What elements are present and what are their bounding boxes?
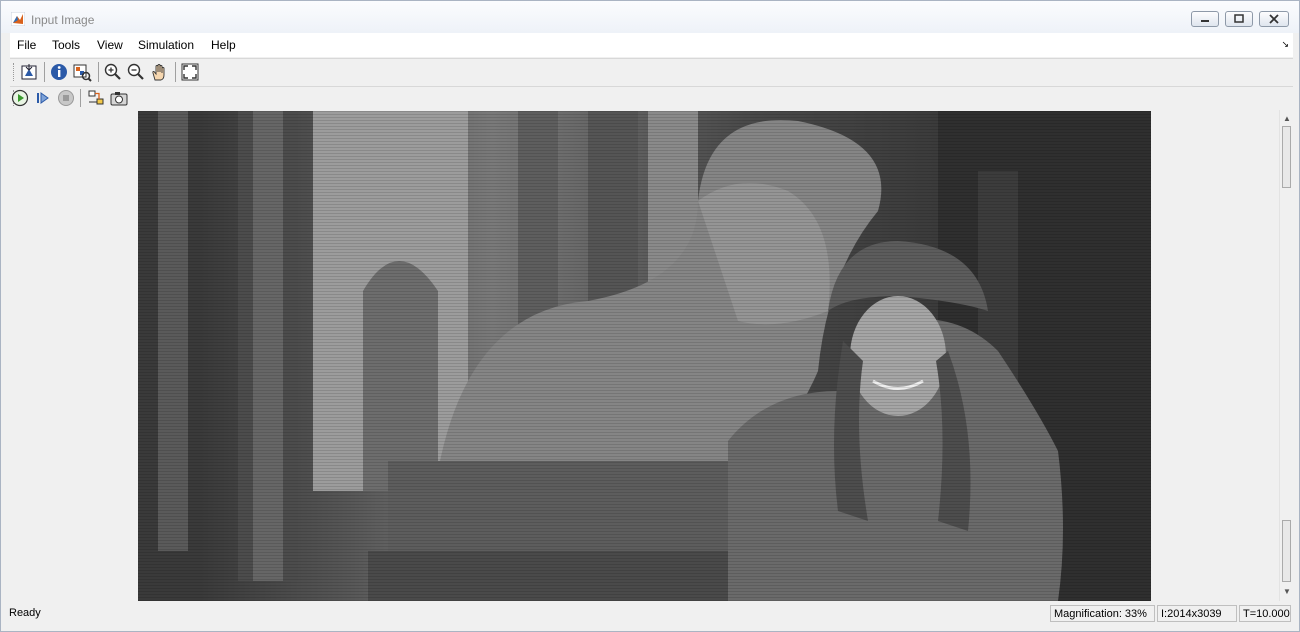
- close-icon: [1269, 14, 1279, 24]
- menu-file[interactable]: File: [17, 38, 36, 52]
- zoom-out-icon[interactable]: [126, 62, 146, 82]
- restore-button[interactable]: [1225, 11, 1253, 27]
- status-message: Ready: [9, 607, 41, 619]
- image-toolbar: [10, 58, 1293, 86]
- scrollbar-thumb-lower[interactable]: [1282, 520, 1291, 582]
- pan-hand-icon[interactable]: [149, 62, 169, 82]
- window-title: Input Image: [31, 13, 95, 27]
- menu-dock-arrow-icon[interactable]: ↘: [1281, 39, 1289, 50]
- minimize-button[interactable]: [1191, 11, 1219, 27]
- matlab-logo-icon: [11, 12, 25, 26]
- toolbar-separator: [98, 62, 99, 82]
- status-bar: Ready Magnification: 33% I:2014x3039 T=1…: [1, 602, 1299, 631]
- menu-simulation[interactable]: Simulation: [138, 38, 194, 52]
- scroll-up-icon[interactable]: ▲: [1283, 114, 1291, 123]
- title-bar[interactable]: Input Image: [1, 1, 1299, 33]
- image-dimensions-readout: I:2014x3039: [1157, 605, 1237, 622]
- highlight-block-icon[interactable]: [86, 88, 106, 108]
- magnification-readout: Magnification: 33%: [1050, 605, 1155, 622]
- simulation-toolbar: [10, 86, 1293, 110]
- simulation-time-readout: T=10.000: [1239, 605, 1291, 622]
- restore-icon: [1234, 14, 1244, 23]
- fit-to-window-icon[interactable]: [180, 62, 200, 82]
- input-image-window: Input Image File Tools View Simulation H…: [0, 0, 1300, 632]
- menu-view[interactable]: View: [97, 38, 123, 52]
- toolbar-separator: [80, 89, 81, 107]
- displayed-image[interactable]: [138, 111, 1151, 601]
- scrollbar-thumb[interactable]: [1282, 126, 1291, 188]
- vertical-scrollbar[interactable]: ▲ ▼: [1279, 110, 1294, 601]
- toolbar-separator: [44, 62, 45, 82]
- close-button[interactable]: [1259, 11, 1289, 27]
- zoom-in-icon[interactable]: [103, 62, 123, 82]
- snapshot-camera-icon[interactable]: [109, 88, 129, 108]
- step-forward-icon[interactable]: [33, 88, 53, 108]
- menu-bar: File Tools View Simulation Help ↘: [10, 33, 1293, 57]
- toolbar-grip: [13, 63, 16, 81]
- image-info-icon[interactable]: [49, 62, 69, 82]
- menu-help[interactable]: Help: [211, 38, 236, 52]
- toolbar-separator: [175, 62, 176, 82]
- minimize-icon: [1201, 20, 1209, 22]
- image-viewport: [10, 110, 1279, 601]
- export-to-workspace-icon[interactable]: [19, 62, 39, 82]
- pixel-region-icon[interactable]: [72, 62, 92, 82]
- menu-tools[interactable]: Tools: [52, 38, 80, 52]
- run-icon[interactable]: [10, 88, 30, 108]
- scroll-down-icon[interactable]: ▼: [1283, 587, 1291, 596]
- stop-icon[interactable]: [56, 88, 76, 108]
